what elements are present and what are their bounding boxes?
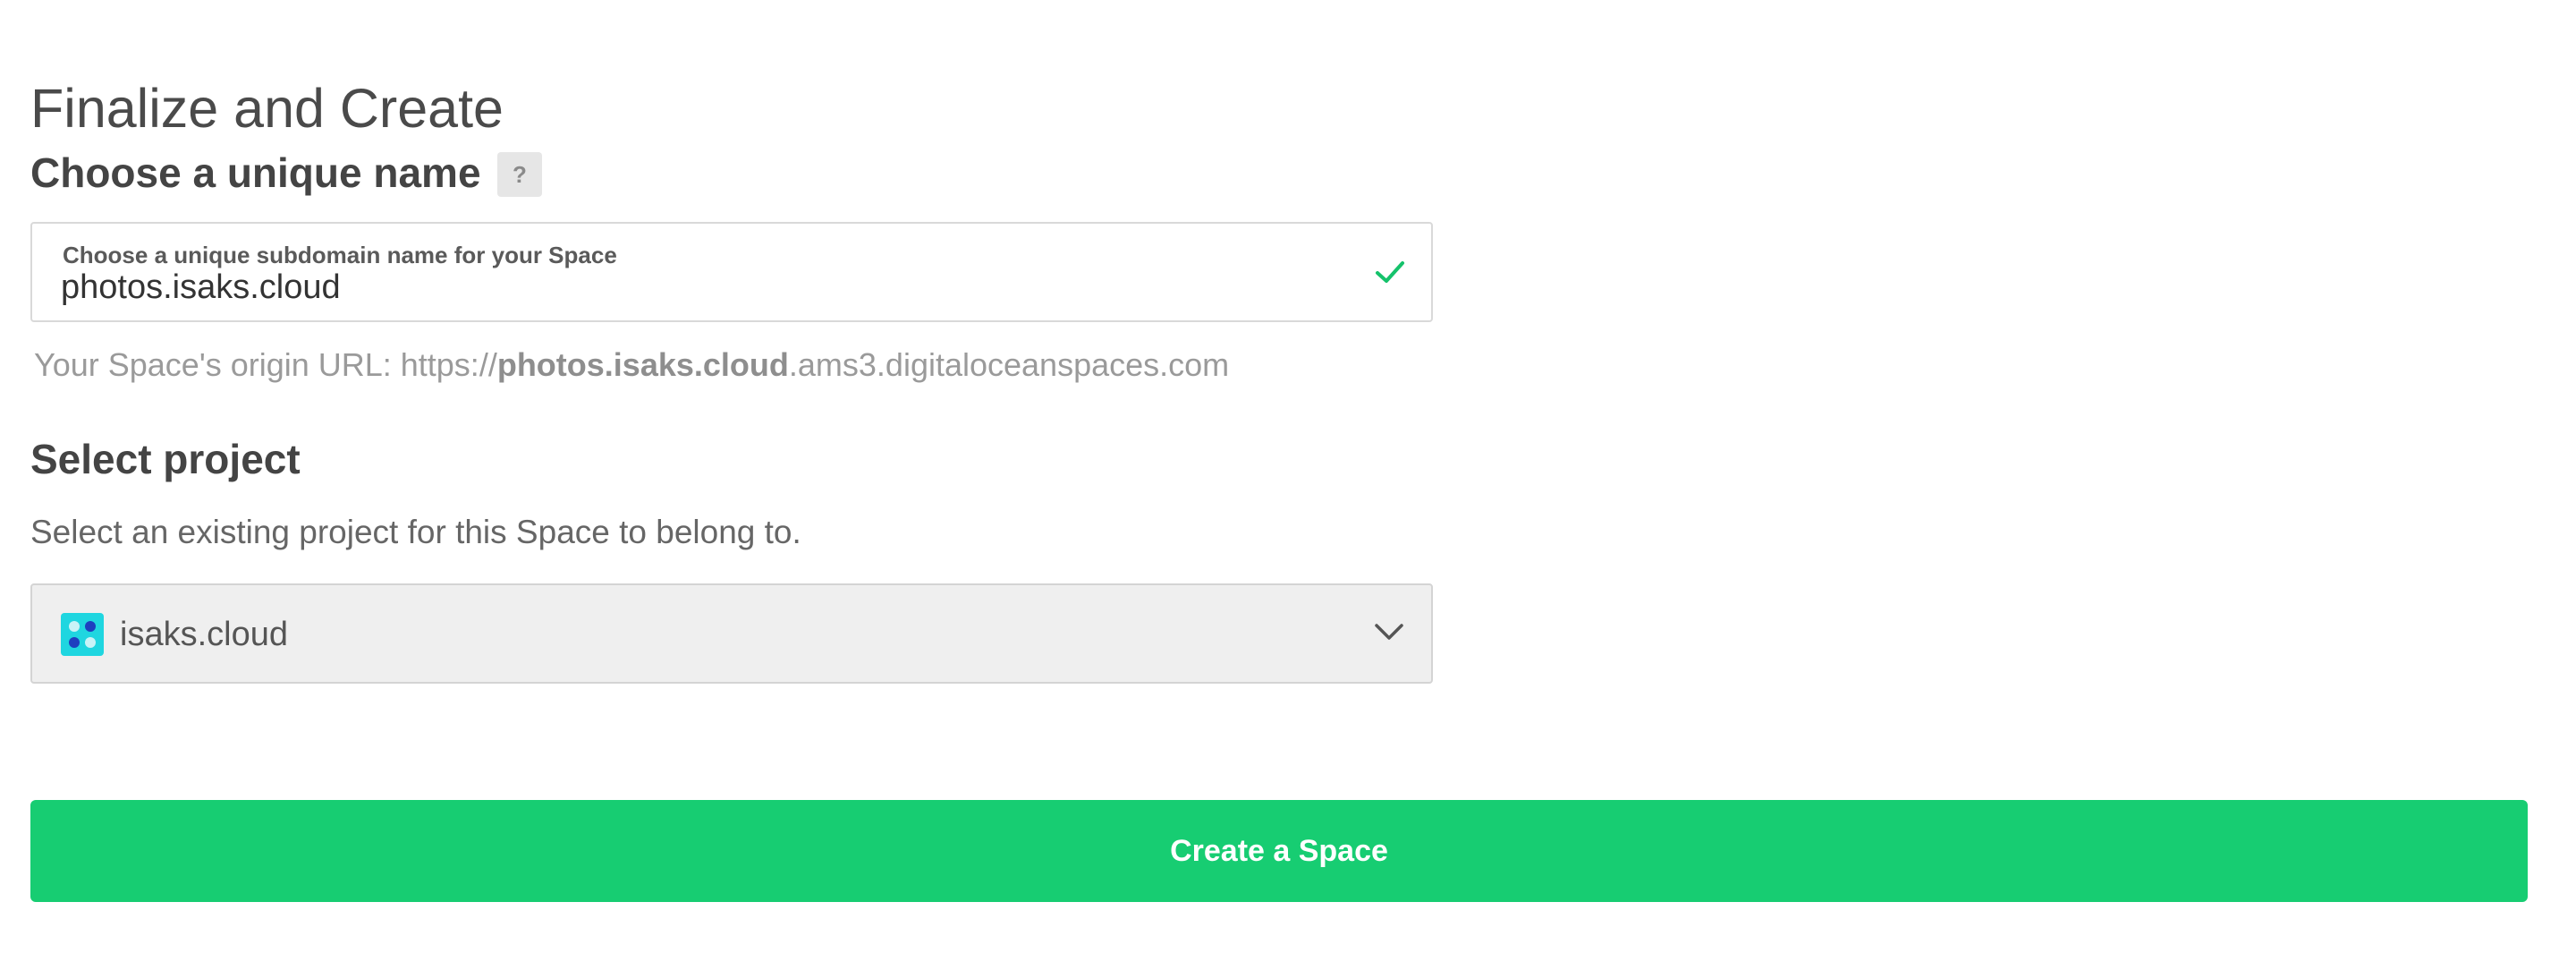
origin-url-text: Your Space's origin URL: https://photos.… <box>34 346 1229 384</box>
select-project-description: Select an existing project for this Spac… <box>30 514 801 550</box>
select-project-heading: Select project <box>30 436 301 482</box>
project-select[interactable]: isaks.cloud <box>30 583 1433 684</box>
origin-url-subdomain: photos.isaks.cloud <box>496 346 789 383</box>
origin-url-suffix: .ams3.digitaloceanspaces.com <box>788 346 1230 383</box>
origin-url-prefix: Your Space's origin URL: https:// <box>34 346 497 383</box>
unique-name-heading: Choose a unique name <box>30 149 481 196</box>
create-space-button[interactable]: Create a Space <box>30 800 2528 902</box>
chevron-down-icon[interactable] <box>1374 621 1404 642</box>
project-icon <box>61 613 104 656</box>
subdomain-input[interactable] <box>61 268 1295 307</box>
subdomain-field[interactable]: Choose a unique subdomain name for your … <box>30 222 1433 322</box>
page-title: Finalize and Create <box>30 77 504 139</box>
help-button[interactable]: ? <box>497 152 542 197</box>
subdomain-field-label: Choose a unique subdomain name for your … <box>63 242 617 268</box>
selected-project-name: isaks.cloud <box>120 616 288 653</box>
check-icon <box>1376 261 1404 283</box>
